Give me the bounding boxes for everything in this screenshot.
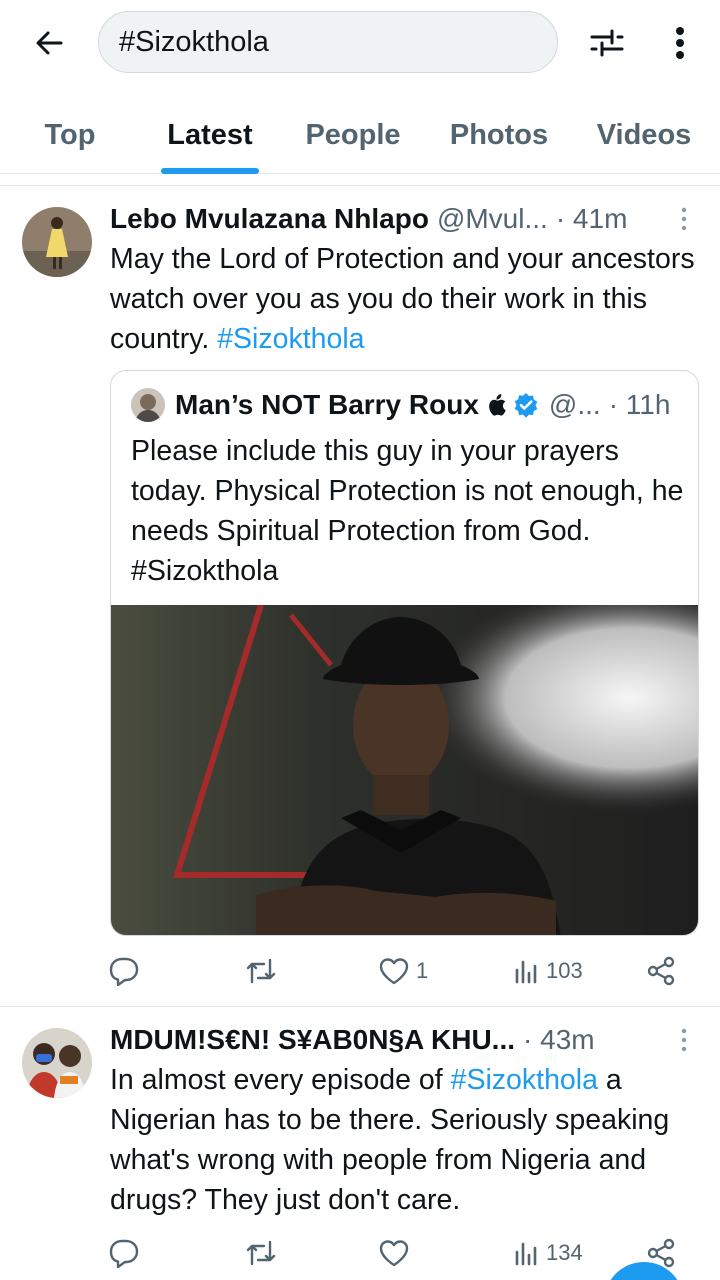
view-count: 134	[546, 1240, 583, 1265]
active-tab-indicator	[161, 168, 259, 174]
hashtag-link[interactable]: #Sizokthola	[217, 323, 364, 355]
retweet-icon	[246, 1240, 276, 1266]
tweet-more-button[interactable]	[672, 1020, 696, 1060]
tab-latest[interactable]: Latest	[150, 96, 270, 174]
retweet-button[interactable]	[244, 946, 278, 996]
tweet-text: May the Lord of Protection and your ance…	[110, 239, 710, 359]
like-button[interactable]: 1	[378, 946, 428, 996]
search-filter-button[interactable]	[584, 20, 630, 66]
more-vertical-icon	[681, 207, 687, 231]
sliders-icon	[590, 29, 624, 57]
like-count: 1	[416, 958, 429, 983]
quoted-author-handle: @...	[548, 389, 601, 420]
tweet-header: Lebo Mvulazana Nhlapo @Mvul... · 41m	[110, 199, 680, 239]
quoted-avatar[interactable]	[131, 388, 165, 422]
tweet-body: In almost every episode of	[110, 1064, 451, 1096]
author-handle: @Mvul...	[436, 203, 548, 234]
heart-icon	[379, 1240, 409, 1267]
views-button[interactable]: 103	[514, 946, 583, 996]
back-button[interactable]	[26, 20, 72, 66]
quoted-tweet[interactable]: Man’s NOT Barry Roux @... · 11h Please i…	[110, 370, 699, 936]
share-icon	[647, 956, 675, 986]
reply-icon	[109, 957, 139, 986]
share-button[interactable]	[646, 946, 676, 996]
author-name[interactable]: Lebo Mvulazana Nhlapo	[110, 203, 429, 235]
reply-button[interactable]	[108, 946, 140, 996]
hashtag-link[interactable]: #Sizokthola	[451, 1064, 598, 1096]
quoted-tweet-text: Please include this guy in your prayers …	[131, 435, 684, 587]
tab-people[interactable]: People	[290, 96, 416, 174]
back-arrow-icon	[36, 31, 63, 55]
tab-photos[interactable]: Photos	[436, 96, 562, 174]
tweet-time: · 43m	[523, 1024, 595, 1055]
avatar[interactable]	[22, 207, 92, 277]
views-chart-icon	[515, 960, 537, 984]
quoted-tweet-photo[interactable]	[111, 604, 698, 935]
reply-icon	[109, 1239, 139, 1268]
tab-videos[interactable]: Videos	[582, 96, 706, 174]
quoted-author-name[interactable]: Man’s NOT Barry Roux	[175, 389, 479, 421]
search-input[interactable]: #Sizokthola	[98, 11, 558, 73]
retweet-button[interactable]	[244, 1228, 278, 1278]
heart-icon	[379, 958, 409, 985]
tweet-time: · 41m	[555, 203, 628, 234]
tweet-text: In almost every episode of #Sizokthola a…	[110, 1060, 710, 1220]
tweet-actions: 1 103	[0, 946, 720, 996]
quoted-tweet-time: · 11h	[608, 389, 671, 420]
retweet-icon	[246, 958, 276, 984]
tweet-header: MDUM!S€N! S¥AB0N§A KHU... · 43m	[110, 1020, 680, 1060]
author-name[interactable]: MDUM!S€N! S¥AB0N§A KHU...	[110, 1024, 515, 1056]
overflow-menu-button[interactable]	[660, 20, 700, 66]
tweet-body: May the Lord of Protection and your ance…	[110, 243, 695, 355]
verified-badge-icon	[514, 393, 538, 418]
tweet-more-button[interactable]	[672, 199, 696, 239]
more-vertical-icon	[681, 1028, 687, 1052]
views-button[interactable]: 134	[514, 1228, 583, 1278]
reply-button[interactable]	[108, 1228, 140, 1278]
search-tabs: Top Latest People Photos Videos	[0, 96, 720, 174]
apple-icon	[489, 394, 506, 416]
quoted-tweet-header: Man’s NOT Barry Roux @... · 11h	[131, 385, 680, 425]
tweet-actions: 134	[0, 1228, 720, 1278]
tab-separator	[0, 176, 720, 186]
view-count: 103	[546, 958, 583, 983]
more-vertical-icon	[676, 27, 684, 59]
like-button[interactable]	[378, 1228, 410, 1278]
tab-top[interactable]: Top	[28, 96, 112, 174]
views-chart-icon	[515, 1242, 537, 1266]
tweet-divider	[0, 1006, 720, 1007]
top-bar: #Sizokthola	[0, 0, 720, 88]
avatar[interactable]	[22, 1028, 92, 1098]
